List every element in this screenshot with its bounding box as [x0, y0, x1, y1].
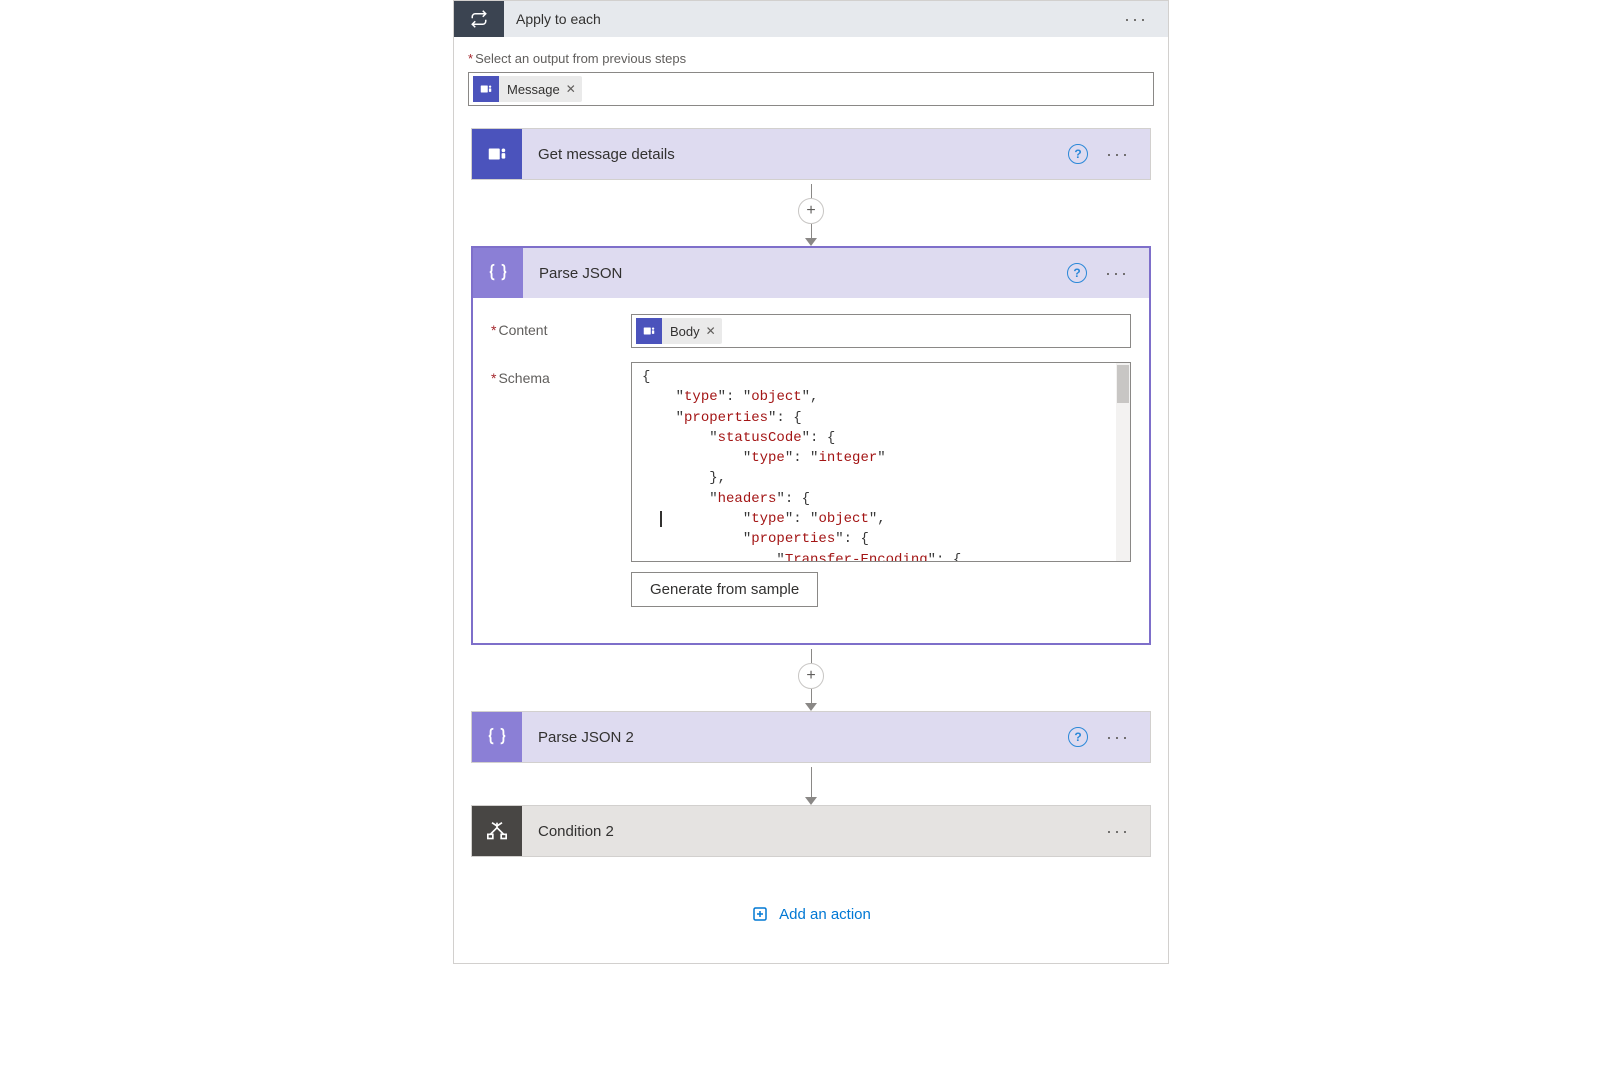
token-message[interactable]: Message ✕ [473, 76, 582, 102]
parse-json-header[interactable]: Parse JSON ? ··· [473, 248, 1149, 298]
scrollbar-thumb[interactable] [1117, 365, 1129, 403]
teams-icon [473, 76, 499, 102]
card-title: Condition 2 [522, 823, 1106, 840]
schema-label: *Schema [491, 362, 611, 607]
teams-icon [472, 129, 522, 179]
more-icon[interactable]: ··· [1124, 10, 1148, 28]
schema-editor[interactable]: { "type": "object", "properties": { "sta… [631, 362, 1131, 562]
apply-to-each-header[interactable]: Apply to each ··· [454, 1, 1168, 37]
step-condition-2[interactable]: Condition 2 ··· [471, 805, 1151, 857]
close-icon[interactable]: ✕ [566, 82, 576, 96]
content-input[interactable]: Body ✕ [631, 314, 1131, 348]
json-icon [472, 712, 522, 762]
card-title: Parse JSON [523, 265, 1067, 282]
step-parse-json: Parse JSON ? ··· *Content [471, 246, 1151, 645]
close-icon[interactable]: ✕ [706, 324, 716, 338]
card-title: Get message details [522, 146, 1068, 163]
card-title: Parse JSON 2 [522, 729, 1068, 746]
scrollbar[interactable] [1116, 363, 1130, 561]
condition-icon [472, 806, 522, 856]
token-label: Message [507, 82, 560, 97]
json-icon [473, 248, 523, 298]
step-parse-json-2[interactable]: Parse JSON 2 ? ··· [471, 711, 1151, 763]
step-get-message-details[interactable]: Get message details ? ··· [471, 128, 1151, 180]
card-title: Apply to each [504, 11, 1124, 27]
content-label: *Content [491, 314, 611, 348]
loop-icon [454, 1, 504, 37]
token-label: Body [670, 324, 700, 339]
help-icon[interactable]: ? [1068, 727, 1088, 747]
token-body[interactable]: Body ✕ [636, 318, 722, 344]
add-step-button[interactable]: + [798, 198, 824, 224]
connector [805, 763, 817, 805]
help-icon[interactable]: ? [1068, 144, 1088, 164]
more-icon[interactable]: ··· [1105, 264, 1129, 282]
text-caret [660, 511, 662, 527]
schema-text[interactable]: { "type": "object", "properties": { "sta… [632, 363, 1130, 561]
connector: + [798, 180, 824, 246]
connector: + [798, 645, 824, 711]
more-icon[interactable]: ··· [1106, 728, 1130, 746]
select-output-label: *Select an output from previous steps [468, 51, 1154, 66]
teams-icon [636, 318, 662, 344]
add-action-label: Add an action [779, 906, 871, 923]
generate-from-sample-button[interactable]: Generate from sample [631, 572, 818, 607]
select-output-input[interactable]: Message ✕ [468, 72, 1154, 106]
add-an-action-button[interactable]: Add an action [751, 905, 871, 923]
more-icon[interactable]: ··· [1106, 822, 1130, 840]
help-icon[interactable]: ? [1067, 263, 1087, 283]
add-step-button[interactable]: + [798, 663, 824, 689]
apply-to-each-container: Apply to each ··· *Select an output from… [453, 0, 1169, 964]
more-icon[interactable]: ··· [1106, 145, 1130, 163]
